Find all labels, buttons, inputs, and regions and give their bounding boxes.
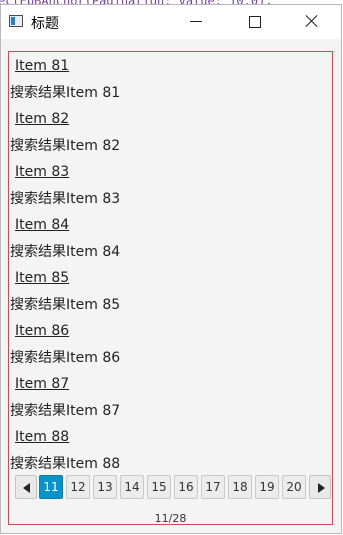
chevron-left-icon: [23, 483, 30, 493]
result-link[interactable]: Item 87: [15, 376, 69, 392]
result-description: 搜索结果Item 82: [10, 138, 121, 154]
pagination-bar: 11 12 13 14 15 16 17 18 19 20: [15, 475, 335, 499]
maximize-icon: [249, 16, 261, 28]
result-link[interactable]: Item 81: [15, 58, 69, 74]
page-button[interactable]: 15: [147, 475, 171, 499]
page-button[interactable]: 12: [66, 475, 90, 499]
page-button[interactable]: 19: [255, 475, 279, 499]
close-button[interactable]: [284, 5, 342, 39]
minimize-icon: [190, 21, 202, 22]
maximize-button[interactable]: [226, 5, 284, 39]
page-indicator: 11/28: [154, 512, 187, 525]
result-link[interactable]: Item 85: [15, 270, 69, 286]
result-link[interactable]: Item 83: [15, 164, 69, 180]
result-description: 搜索结果Item 88: [10, 456, 121, 472]
list-item: Item 88 搜索结果Item 88: [9, 423, 332, 476]
result-description: 搜索结果Item 86: [10, 350, 121, 366]
result-description: 搜索结果Item 87: [10, 403, 121, 419]
next-page-button[interactable]: [309, 475, 331, 499]
previous-page-button[interactable]: [15, 475, 37, 499]
application-window: 标题 Item 81 搜索结果Item 81 Item 82 搜索结果Item …: [0, 4, 342, 534]
result-description: 搜索结果Item 85: [10, 297, 121, 313]
list-item: Item 81 搜索结果Item 81: [9, 52, 332, 105]
result-description: 搜索结果Item 84: [10, 244, 121, 260]
application-window-icon: [9, 15, 23, 27]
page-button[interactable]: 16: [174, 475, 198, 499]
list-item: Item 84 搜索结果Item 84: [9, 211, 332, 264]
chevron-right-icon: [318, 483, 325, 493]
list-item: Item 85 搜索结果Item 85: [9, 264, 332, 317]
page-button[interactable]: 14: [120, 475, 144, 499]
page-button[interactable]: 13: [93, 475, 117, 499]
page-button[interactable]: 18: [228, 475, 252, 499]
result-link[interactable]: Item 82: [15, 111, 69, 127]
result-description: 搜索结果Item 81: [10, 85, 121, 101]
result-link[interactable]: Item 84: [15, 217, 69, 233]
minimize-button[interactable]: [168, 5, 226, 39]
close-icon: [306, 15, 318, 27]
title-bar[interactable]: 标题: [1, 5, 341, 39]
search-results-panel: Item 81 搜索结果Item 81 Item 82 搜索结果Item 82 …: [8, 51, 333, 525]
page-button-current[interactable]: 11: [39, 475, 63, 499]
window-title: 标题: [31, 16, 59, 32]
list-item: Item 86 搜索结果Item 86: [9, 317, 332, 370]
result-link[interactable]: Item 86: [15, 323, 69, 339]
list-item: Item 87 搜索结果Item 87: [9, 370, 332, 423]
page-button[interactable]: 17: [201, 475, 225, 499]
result-link[interactable]: Item 88: [15, 429, 69, 445]
result-description: 搜索结果Item 83: [10, 191, 121, 207]
page-button[interactable]: 20: [282, 475, 306, 499]
list-item: Item 82 搜索结果Item 82: [9, 105, 332, 158]
list-item: Item 83 搜索结果Item 83: [9, 158, 332, 211]
